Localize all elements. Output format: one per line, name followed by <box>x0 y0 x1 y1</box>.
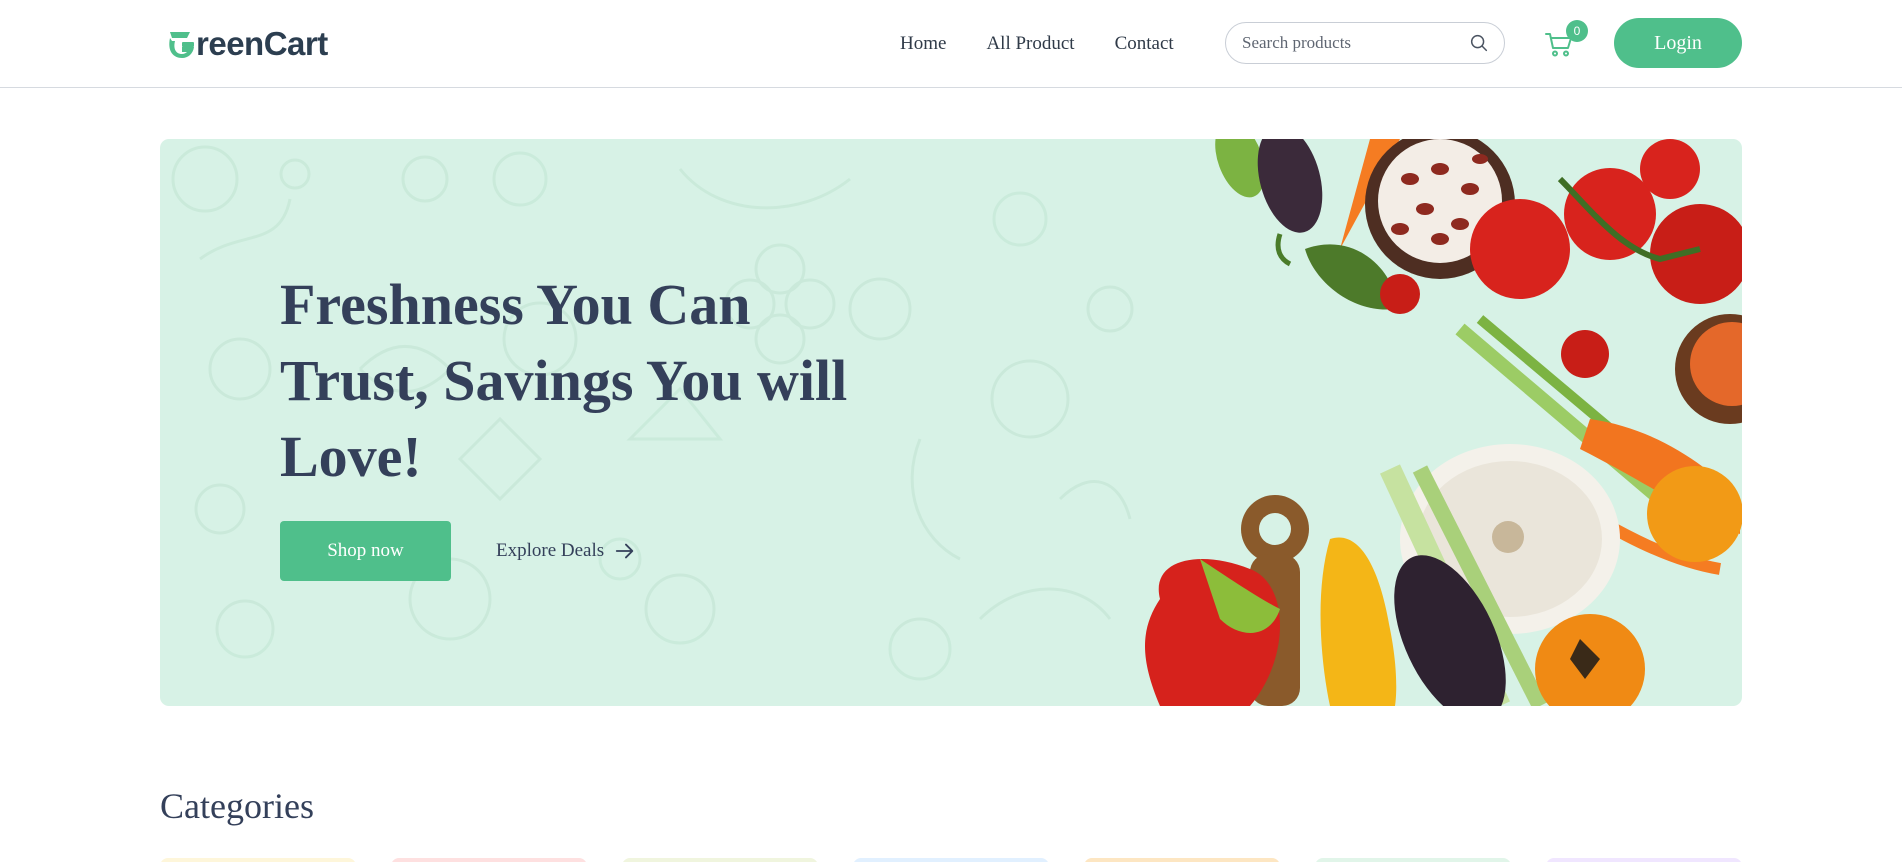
search-box <box>1225 22 1505 64</box>
cart-count-badge: 0 <box>1566 20 1588 42</box>
arrow-right-icon <box>615 543 634 559</box>
nav-link-all-product[interactable]: All Product <box>986 33 1074 55</box>
category-card[interactable] <box>391 858 587 862</box>
login-button[interactable]: Login <box>1614 18 1742 68</box>
explore-deals-link[interactable]: Explore Deals <box>496 535 636 567</box>
category-cards-row <box>160 858 1742 862</box>
greencart-g-logo-icon <box>166 32 194 58</box>
category-card[interactable] <box>1315 858 1511 862</box>
category-card[interactable] <box>853 858 1049 862</box>
nav-link-contact[interactable]: Contact <box>1115 33 1174 55</box>
category-card[interactable] <box>622 858 818 862</box>
search-icon[interactable] <box>1468 32 1490 54</box>
hero-headline: Freshness You Can Trust, Savings You wil… <box>280 272 848 489</box>
category-card[interactable] <box>1546 858 1742 862</box>
top-navbar: reenCart Home All Product Contact 0 Logi… <box>0 0 1902 88</box>
explore-deals-label: Explore Deals <box>496 540 605 561</box>
nav-link-home[interactable]: Home <box>900 33 946 55</box>
hero-banner: Freshness You Can Trust, Savings You wil… <box>160 139 1742 706</box>
category-card[interactable] <box>160 858 356 862</box>
brand-logo[interactable]: reenCart <box>160 24 328 64</box>
brand-name: reenCart <box>196 25 328 62</box>
search-input[interactable] <box>1242 33 1468 53</box>
shop-now-button[interactable]: Shop now <box>280 521 451 581</box>
category-card[interactable] <box>1084 858 1280 862</box>
categories-title: Categories <box>160 786 314 826</box>
cart-button[interactable]: 0 <box>1543 20 1588 62</box>
fresh-vegetables-illustration <box>1145 139 1742 706</box>
nav-links: Home All Product Contact <box>900 30 1174 58</box>
